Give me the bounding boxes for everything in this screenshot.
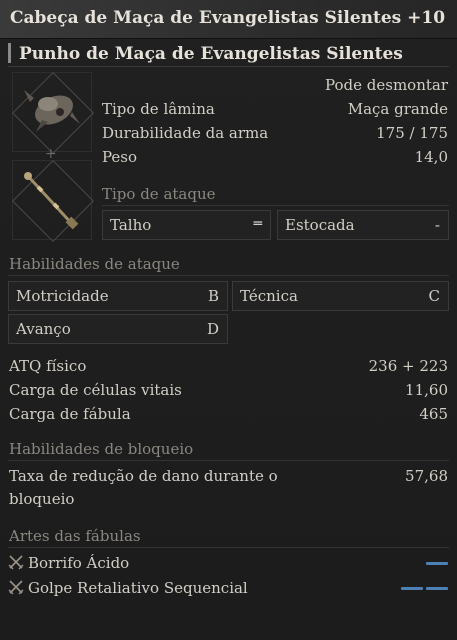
fable-slot-bar <box>426 587 448 590</box>
equals-icon: ═ <box>253 216 262 232</box>
ability-grade: C <box>428 287 440 305</box>
attack-abilities-heading: Habilidades de ataque <box>9 255 180 273</box>
crossed-swords-icon <box>8 555 24 570</box>
thrust-label: Estocada <box>285 216 355 234</box>
weight-label: Peso <box>102 148 138 166</box>
stat-label: ATQ físico <box>9 357 87 375</box>
fable-slot-bar <box>426 562 448 565</box>
slash-label: Talho <box>110 216 152 234</box>
divider <box>8 275 449 276</box>
durability-label: Durabilidade da arma <box>102 124 269 142</box>
durability-value: 175 / 175 <box>376 124 448 142</box>
ability-label: Motricidade <box>16 287 109 305</box>
block-reduction-label: Taxa de redução de dano durante o <box>9 467 278 485</box>
item-subtitle: Punho de Maça de Evangelistas Silentes <box>19 44 403 64</box>
block-reduction-label-cont: bloqueio <box>9 490 75 508</box>
ability-grade: D <box>206 320 219 338</box>
mace-handle-icon <box>24 172 79 230</box>
fable-art-name: Borrifo Ácido <box>28 554 130 572</box>
stat-value: 236 + 223 <box>368 357 448 375</box>
stat-value: 11,60 <box>405 381 448 399</box>
attack-type-slash: Talho ═ <box>102 210 271 240</box>
weight-value: 14,0 <box>414 148 448 166</box>
block-abilities-heading: Habilidades de bloqueio <box>9 440 194 458</box>
item-title: Cabeça de Maça de Evangelistas Silentes … <box>10 8 446 28</box>
subtitle-marker <box>8 43 11 63</box>
stat-value: 465 <box>419 405 448 423</box>
ability-label: Avanço <box>16 320 71 338</box>
mace-head-slot <box>11 71 95 155</box>
ability-motricity: Motricidade B <box>8 281 228 311</box>
title-bar: Cabeça de Maça de Evangelistas Silentes … <box>0 0 457 39</box>
divider <box>8 460 449 461</box>
divider <box>102 205 449 206</box>
ability-label: Técnica <box>240 287 298 305</box>
blade-type-value: Maça grande <box>347 100 448 118</box>
fable-arts-heading: Artes das fábulas <box>9 527 141 545</box>
crossed-swords-icon <box>8 580 24 595</box>
divider <box>8 547 449 548</box>
stat-label: Carga de fábula <box>9 405 131 423</box>
mace-head-icon <box>24 90 80 132</box>
fable-art-row: Golpe Retaliativo Sequencial <box>8 579 248 597</box>
fable-art-name: Golpe Retaliativo Sequencial <box>28 579 248 597</box>
attack-type-heading: Tipo de ataque <box>102 185 216 203</box>
mace-handle-slot <box>11 159 95 243</box>
ability-technique: Técnica C <box>232 281 449 311</box>
divider <box>8 66 449 67</box>
ability-advance: Avanço D <box>8 314 228 344</box>
stat-label: Carga de células vitais <box>9 381 182 399</box>
blade-type-label: Tipo de lâmina <box>102 100 215 118</box>
ability-grade: B <box>207 287 219 305</box>
attack-type-thrust: Estocada - <box>277 210 449 240</box>
item-tooltip-panel: Cabeça de Maça de Evangelistas Silentes … <box>0 0 457 640</box>
disassemble-label: Pode desmontar <box>325 76 448 94</box>
subtitle-row: Punho de Maça de Evangelistas Silentes <box>0 41 457 67</box>
fable-art-row: Borrifo Ácido <box>8 554 129 572</box>
block-reduction-value: 57,68 <box>405 467 448 485</box>
fable-slot-bar <box>401 587 423 590</box>
thrust-value: - <box>434 216 440 234</box>
